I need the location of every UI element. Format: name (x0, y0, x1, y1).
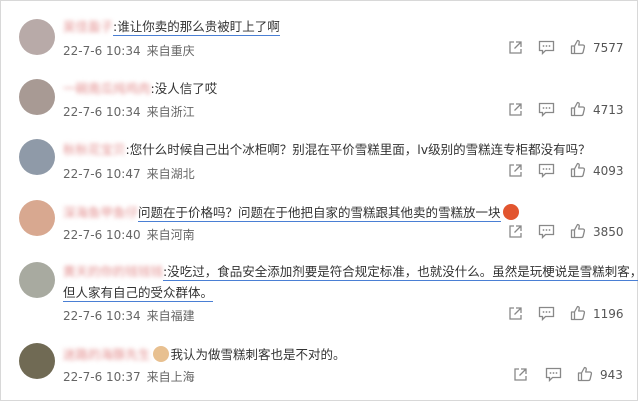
comment-date: 22-7-6 10:37 (63, 370, 141, 384)
comment-date: 22-7-6 10:34 (63, 309, 141, 323)
avatar[interactable] (19, 200, 55, 236)
comment-icon[interactable] (538, 102, 555, 117)
thumbs-up-icon[interactable] (570, 162, 586, 178)
comment-text-line2: 但人家有自己的受众群体。 (63, 285, 214, 302)
username[interactable]: 黄天的你的钱钱钱 (63, 264, 163, 280)
share-icon[interactable] (508, 163, 523, 178)
username[interactable]: 迷路的海豚先生 (63, 347, 151, 363)
comment-date: 22-7-6 10:40 (63, 228, 141, 242)
comment-panel: 吴佳盈子:谁让你卖的那么贵被盯上了啊 22-7-6 10:34 来自重庆 7577… (0, 0, 638, 401)
comment-icon[interactable] (545, 367, 562, 382)
thumbs-up-icon[interactable] (577, 366, 593, 382)
comment-meta: 22-7-6 10:40 来自河南 (63, 226, 201, 243)
comment-icon[interactable] (538, 306, 555, 321)
thumbs-up-icon[interactable] (570, 101, 586, 117)
comment-text: 我认为做雪糕刺客也是不对的。 (170, 347, 346, 362)
comment-location: 来自浙江 (146, 105, 195, 119)
comment-meta: 22-7-6 10:34 来自浙江 (63, 103, 201, 120)
comment-line: 迷路的海豚先生 我认为做雪糕刺客也是不对的。 (63, 346, 346, 363)
share-icon[interactable] (508, 40, 523, 55)
avatar[interactable] (19, 262, 55, 298)
comment-date: 22-7-6 10:34 (63, 105, 141, 119)
share-icon[interactable] (508, 306, 523, 321)
avatar[interactable] (19, 79, 55, 115)
username[interactable]: 秋秋花宝贝 (63, 142, 126, 158)
comment-location: 来自湖北 (146, 167, 195, 181)
comment-icon[interactable] (538, 224, 555, 239)
comment-icon[interactable] (538, 163, 555, 178)
thumbs-up-icon[interactable] (570, 223, 586, 239)
comment-meta: 22-7-6 10:34 来自重庆 (63, 42, 201, 59)
comment-line: 一碗南瓜炖鸡肉:没人信了哎 (63, 81, 217, 97)
share-icon[interactable] (513, 367, 528, 382)
avatar[interactable] (19, 343, 55, 379)
comment-date: 22-7-6 10:47 (63, 167, 141, 181)
username[interactable]: 一碗南瓜炖鸡肉 (63, 81, 151, 97)
thumbs-up-icon[interactable] (570, 39, 586, 55)
comment-meta: 22-7-6 10:34 来自福建 (63, 307, 201, 324)
comment-location: 来自福建 (146, 309, 195, 323)
username[interactable]: 深海鱼甲鱼仔 (63, 205, 138, 221)
comment-text: :您什么时候自己出个冰柜啊？别混在平价雪糕里面，lv级别的雪糕连专柜都没有吗？ (125, 142, 591, 157)
comment-meta: 22-7-6 10:47 来自湖北 (63, 165, 201, 182)
avatar[interactable] (19, 19, 55, 55)
share-icon[interactable] (508, 102, 523, 117)
comment-icon[interactable] (538, 40, 555, 55)
thumbs-up-icon[interactable] (570, 305, 586, 321)
like-count: 7577 (593, 41, 624, 55)
like-count: 1196 (593, 307, 624, 321)
comment-location: 来自河南 (146, 228, 195, 242)
comment-text: :谁让你卖的那么贵被盯上了啊 (113, 19, 280, 36)
comment-meta: 22-7-6 10:37 来自上海 (63, 368, 201, 385)
emoji-icon (152, 346, 169, 362)
angry-face-emoji (502, 204, 519, 220)
like-count: 943 (600, 368, 623, 382)
comment-line: 黄天的你的钱钱钱:没吃过，食品安全添加剂要是符合规定标准，也就没什么。虽然是玩梗… (63, 264, 638, 281)
comment-date: 22-7-6 10:34 (63, 44, 141, 58)
comment-location: 来自上海 (146, 370, 195, 384)
comment-text: 问题在于价格吗？问题在于他把自家的雪糕跟其他卖的雪糕放一块 (138, 205, 501, 222)
avatar[interactable] (19, 139, 55, 175)
username[interactable]: 吴佳盈子 (63, 19, 113, 35)
comment-location: 来自重庆 (146, 44, 195, 58)
share-icon[interactable] (508, 224, 523, 239)
like-count: 4713 (593, 103, 624, 117)
comment-line: 秋秋花宝贝:您什么时候自己出个冰柜啊？别混在平价雪糕里面，lv级别的雪糕连专柜都… (63, 142, 591, 158)
like-count: 3850 (593, 225, 624, 239)
like-count: 4093 (593, 164, 624, 178)
comment-text-line1: :没吃过，食品安全添加剂要是符合规定标准，也就没什么。虽然是玩梗说是雪糕刺客， (163, 264, 638, 281)
comment-line: 吴佳盈子:谁让你卖的那么贵被盯上了啊 (63, 19, 280, 36)
comment-line: 但人家有自己的受众群体。 (63, 285, 214, 302)
comment-text: :没人信了哎 (150, 81, 218, 96)
comment-line: 深海鱼甲鱼仔问题在于价格吗？问题在于他把自家的雪糕跟其他卖的雪糕放一块 (63, 204, 519, 222)
